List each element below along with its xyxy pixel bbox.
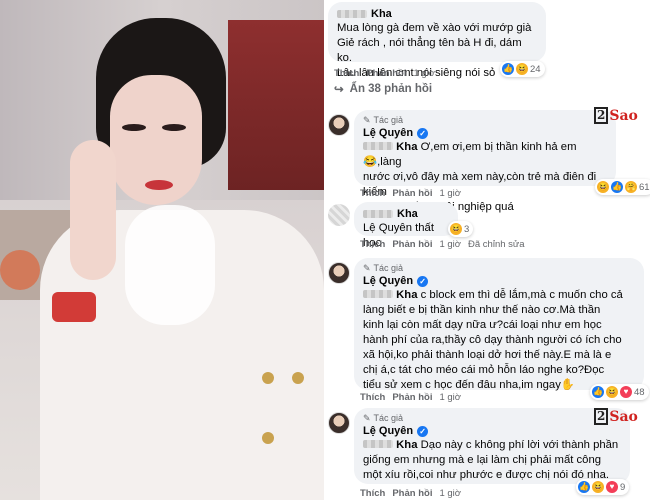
author-badge: ✎ Tác giả [363, 115, 404, 125]
comment-bubble: ✎ Tác giả Lệ Quyên ✓ Kha c block em thì d… [354, 258, 644, 391]
comment-actions: Thích Phản hồi 1 giờ [360, 392, 461, 403]
like-icon: 👍 [578, 481, 590, 493]
comment-actions: Thích Phản hồi 1 giờ [360, 488, 461, 499]
comment-line: giống em nhưng mà e lại làm chị phải mất… [363, 454, 602, 466]
mention-link[interactable]: Kha [396, 439, 417, 451]
author-badge: ✎ Tác giả [363, 263, 404, 273]
verified-badge-icon: ✓ [417, 275, 429, 287]
reaction-summary[interactable]: 😆 3 [448, 221, 474, 237]
comment-item: Kha Lệ Quyên thất học 😆 3 Thích Phản hồi… [324, 200, 650, 255]
avatar[interactable] [328, 204, 350, 226]
love-icon: ♥ [620, 386, 632, 398]
like-button[interactable]: Thích [360, 488, 385, 499]
lips [145, 180, 173, 190]
author-badge-icon: ✎ [363, 413, 371, 423]
avatar[interactable] [328, 412, 350, 434]
blurred-name [363, 290, 393, 298]
blurred-name [337, 10, 367, 18]
haha-icon: 😆 [450, 223, 462, 235]
comment-author[interactable]: Kha [337, 7, 537, 21]
reply-button[interactable]: Phản hồi [392, 188, 432, 199]
comment-author[interactable]: Kha [363, 207, 449, 221]
comment-bubble: ✎ Tác giả Lệ Quyên ✓ Kha Ơ,em ơi,em bị th… [354, 110, 616, 213]
comment-line: Kha Dạo này c không phí lời với thành ph… [363, 438, 621, 453]
blurred-name [363, 440, 393, 448]
like-icon: 👍 [592, 386, 604, 398]
reaction-summary[interactable]: 👍 😆 24 [500, 61, 545, 77]
reaction-summary[interactable]: 👍 😆 ♥ 9 [576, 479, 630, 495]
verified-badge-icon: ✓ [417, 425, 429, 437]
comment-time[interactable]: 1 giờ [439, 188, 461, 199]
comment-time[interactable]: 1 giờ [439, 392, 461, 403]
comment-bubble: Kha Lệ Quyên thất học [354, 202, 458, 249]
mention-link[interactable]: Kha [396, 141, 417, 153]
comment-line: xã hội,ko phải thành loại dở hơi thế này… [363, 349, 612, 361]
haha-icon: 😆 [592, 481, 604, 493]
comment-actions: Thích Phản hồi 1 giờ [360, 188, 461, 199]
comment-actions: Thích Phản hồi 1 giờ [334, 68, 435, 79]
comment-author[interactable]: Lệ Quyên ✓ [363, 126, 607, 140]
comment-feed: Kha Mua lòng gà đem về xào với mướp già … [324, 0, 650, 500]
reply-button[interactable]: Phản hồi [392, 488, 432, 499]
comment-author[interactable]: Lệ Quyên ✓ [363, 424, 621, 438]
comment-line: Mua lòng gà đem về xào với mướp già [337, 22, 532, 34]
left-eye [122, 124, 146, 131]
comment-line: Kha c block em thì dễ lắm,mà c muốn cho … [363, 288, 635, 303]
comment-line: làng biết e bị thần kinh như thế nào cơ.… [363, 304, 601, 316]
verified-badge-icon: ✓ [417, 127, 429, 139]
gold-button [292, 372, 304, 384]
watermark-logo: 2 Sao [594, 107, 638, 124]
comment-line: Kha Ơ,em ơi,em bị thần kinh hả em😂,làng [363, 141, 577, 168]
haha-icon: 😆 [606, 386, 618, 398]
haha-icon: 😆 [516, 63, 528, 75]
comment-actions: Thích Phản hồi 1 giờ Đã chỉnh sửa [360, 239, 525, 250]
like-icon: 👍 [502, 63, 514, 75]
watermark-logo: 2 Sao [594, 408, 638, 425]
reply-button[interactable]: Phản hồi [392, 239, 432, 250]
like-icon: 👍 [611, 181, 623, 193]
comment-time[interactable]: 1 giờ [439, 239, 461, 250]
like-button[interactable]: Thích [334, 68, 359, 79]
comment-line: chị á,c tát cho méo cái mỏ hỗn láo nghe … [363, 364, 605, 376]
gold-button [262, 432, 274, 444]
photo-panel [0, 0, 324, 500]
avatar[interactable] [328, 262, 350, 284]
hide-replies-link[interactable]: ↪ Ẩn 38 phản hồi [334, 82, 432, 96]
comment-bubble: Kha Mua lòng gà đem về xào với mướp già … [328, 2, 546, 79]
like-button[interactable]: Thích [360, 239, 385, 250]
love-icon: ♥ [606, 481, 618, 493]
edited-label[interactable]: Đã chỉnh sửa [468, 239, 525, 250]
reaction-summary[interactable]: 😆 👍 🤗 61 [595, 179, 650, 195]
like-button[interactable]: Thích [360, 188, 385, 199]
comment-bubble: ✎ Tác giả Lệ Quyên ✓ Kha Dạo này c không … [354, 408, 630, 484]
reply-arrow-icon: ↪ [334, 84, 344, 96]
gold-button [262, 372, 274, 384]
mention-link[interactable]: Kha [396, 289, 417, 301]
background-cabinet [228, 20, 324, 190]
blurred-name [363, 210, 393, 218]
author-badge-icon: ✎ [363, 263, 371, 273]
author-badge-icon: ✎ [363, 115, 371, 125]
blurred-name [363, 142, 393, 150]
right-eye [162, 124, 186, 131]
raised-hand [70, 140, 116, 280]
comment-author[interactable]: Lệ Quyên ✓ [363, 274, 635, 288]
reaction-summary[interactable]: 👍 😆 ♥ 48 [590, 384, 649, 400]
comment-time[interactable]: 1 giờ [439, 488, 461, 499]
red-watch [52, 292, 96, 322]
avatar[interactable] [328, 114, 350, 136]
reply-button[interactable]: Phản hồi [366, 68, 406, 79]
comment-item: Kha Mua lòng gà đem về xào với mướp già … [324, 0, 650, 80]
comment-time[interactable]: 1 giờ [413, 68, 435, 79]
comment-line: hành phí của ra,thầy cô dạy thành người … [363, 334, 622, 346]
care-icon: 🤗 [625, 181, 637, 193]
comment-item: ✎ Tác giả Lệ Quyên ✓ Kha c block em thì d… [324, 258, 650, 406]
comment-line: kinh lại còn mất dạy nữa ư?cái loại như … [363, 319, 602, 331]
blouse-bow [125, 205, 215, 325]
like-button[interactable]: Thích [360, 392, 385, 403]
author-badge: ✎ Tác giả [363, 413, 404, 423]
haha-icon: 😆 [597, 181, 609, 193]
background-decor [0, 250, 40, 290]
reply-button[interactable]: Phản hồi [392, 392, 432, 403]
